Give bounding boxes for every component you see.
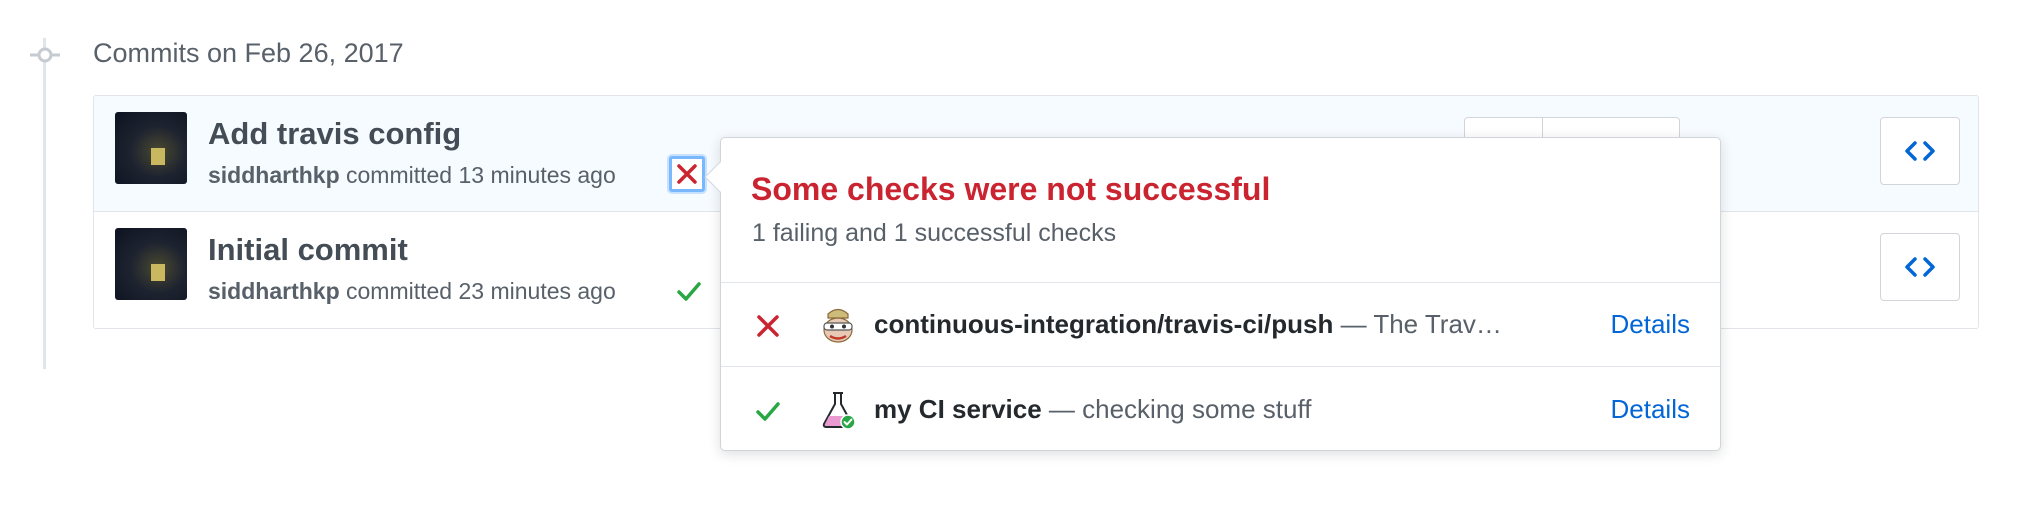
commit-date-header: Commits on Feb 26, 2017 (93, 38, 404, 68)
commit-title[interactable]: Add travis config (208, 116, 461, 152)
browse-files-button[interactable] (1880, 233, 1960, 301)
x-icon (757, 315, 779, 337)
avatar[interactable] (115, 228, 187, 300)
commit-author[interactable]: siddharthkp (208, 162, 340, 188)
details-link[interactable]: Details (1611, 309, 1690, 340)
commit-meta: siddharthkp committed 13 minutes ago (208, 162, 616, 189)
status-check-description: — The Trav… (1333, 309, 1502, 339)
code-icon (1905, 141, 1935, 161)
status-checks-popover: Some checks were not successful 1 failin… (704, 137, 1721, 452)
commit-node-icon (30, 47, 60, 63)
commit-title[interactable]: Initial commit (208, 232, 408, 268)
commit-author[interactable]: siddharthkp (208, 278, 340, 304)
popover-header: Some checks were not successful 1 failin… (721, 138, 1720, 283)
status-check-text: continuous-integration/travis-ci/push — … (874, 309, 1502, 340)
timeline-line (43, 38, 46, 369)
status-check-text: my CI service — checking some stuff (874, 394, 1311, 425)
code-icon (1905, 257, 1935, 277)
check-icon (756, 402, 780, 421)
status-check-context: continuous-integration/travis-ci/push (874, 309, 1334, 339)
flask-icon (822, 392, 856, 430)
status-check-description: — checking some stuff (1041, 394, 1312, 424)
commit-time: committed 13 minutes ago (339, 162, 616, 188)
browse-files-button[interactable] (1880, 117, 1960, 185)
status-failure-button[interactable] (669, 156, 705, 192)
status-check-context: my CI service (874, 394, 1042, 424)
status-check-row: continuous-integration/travis-ci/push — … (721, 283, 1720, 367)
details-link[interactable]: Details (1611, 394, 1690, 425)
check-icon[interactable] (676, 280, 702, 302)
commit-meta: siddharthkp committed 23 minutes ago (208, 278, 616, 305)
avatar[interactable] (115, 112, 187, 184)
status-check-row: my CI service — checking some stuff Deta… (721, 368, 1720, 452)
travis-mascot-icon (823, 308, 853, 343)
x-icon (677, 164, 697, 184)
popover-title: Some checks were not successful (751, 171, 1271, 207)
commit-time: committed 23 minutes ago (339, 278, 616, 304)
popover-subtitle: 1 failing and 1 successful checks (752, 219, 1117, 247)
